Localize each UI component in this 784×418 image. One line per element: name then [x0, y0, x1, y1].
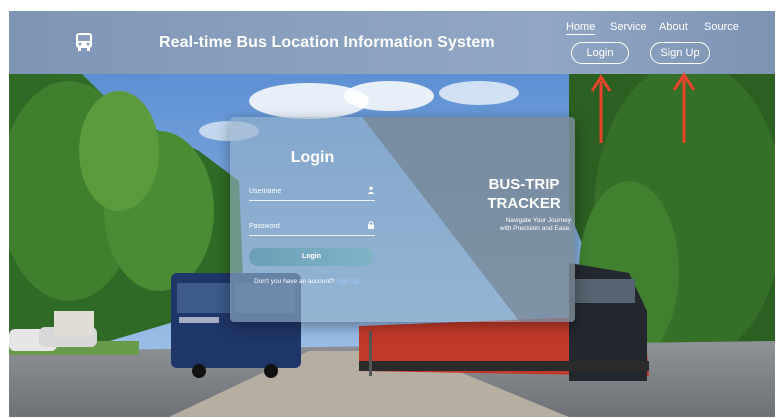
promo-title: BUS-TRIP TRACKER [474, 175, 574, 213]
signup-prompt: Don't you have an account? Sign Up [254, 278, 359, 285]
nav-about[interactable]: About [659, 21, 688, 33]
nav-service[interactable]: Service [610, 21, 647, 33]
app-frame: Real-time Bus Location Information Syste… [9, 11, 775, 417]
password-field[interactable]: Password [249, 223, 280, 230]
username-field[interactable]: Username [249, 188, 281, 195]
signup-prompt-text: Don't you have an account? [254, 278, 335, 285]
header-signup-button[interactable]: Sign Up [650, 42, 710, 64]
header-login-button[interactable]: Login [571, 42, 629, 64]
lock-icon [368, 221, 374, 229]
password-underline [249, 235, 375, 236]
annotation-arrow-signup [672, 72, 696, 143]
site-title: Real-time Bus Location Information Syste… [159, 34, 495, 51]
promo-title-line2: TRACKER [487, 195, 561, 212]
login-title: Login [290, 149, 335, 166]
signup-link[interactable]: Sign Up [336, 278, 359, 285]
bus-icon [76, 33, 92, 51]
login-submit-button[interactable]: Login [249, 248, 374, 266]
user-icon [367, 186, 375, 194]
promo-tagline-line2: with Precision and Ease. [499, 225, 571, 232]
nav-home[interactable]: Home [566, 21, 596, 35]
login-card: Login Username Password Login Don't you … [230, 117, 575, 322]
annotation-arrow-login [590, 74, 612, 143]
promo-tagline-line1: Navigate Your Journey [505, 217, 571, 224]
promo-title-line1: BUS-TRIP [488, 176, 560, 193]
promo-tagline: Navigate Your Journey with Precision and… [471, 217, 571, 233]
top-navbar: Real-time Bus Location Information Syste… [9, 11, 775, 74]
nav-source[interactable]: Source [704, 21, 739, 33]
username-underline [249, 200, 375, 201]
